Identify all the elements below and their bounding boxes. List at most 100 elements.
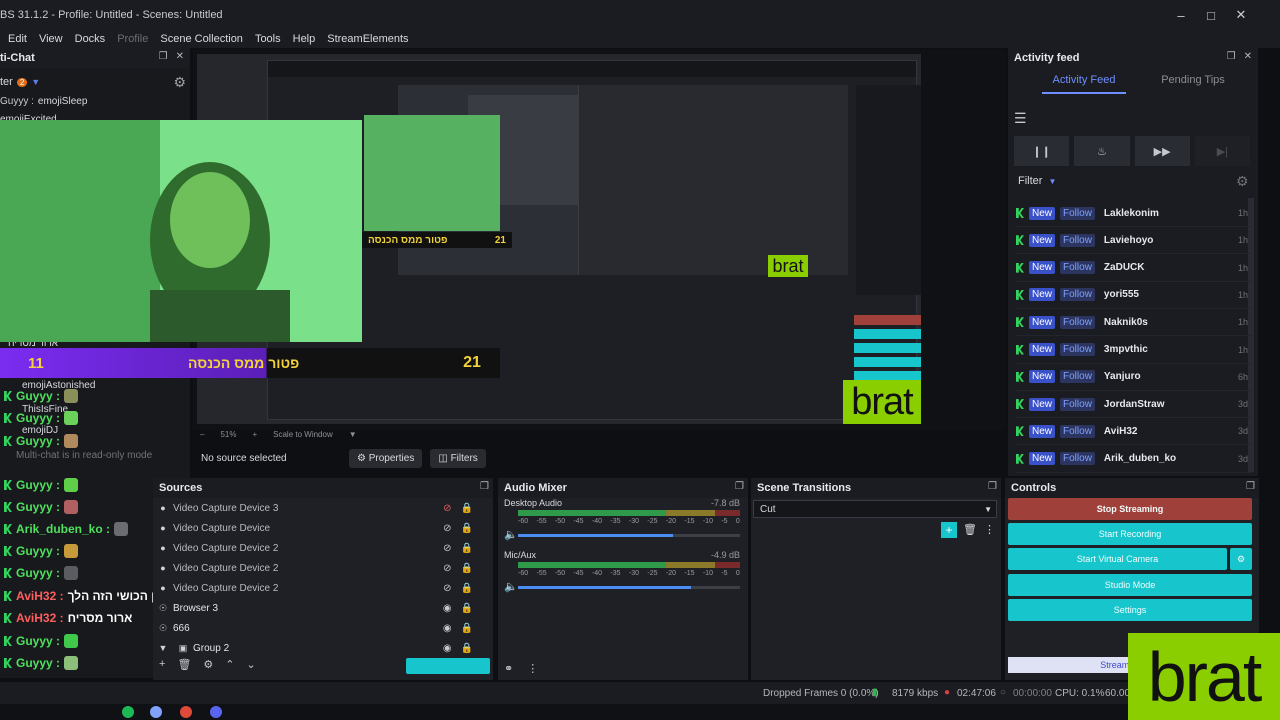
link-icon[interactable]: ⚭ <box>504 662 513 675</box>
add-source-button[interactable] <box>406 658 490 674</box>
lock-icon[interactable]: 🔒 <box>461 583 473 594</box>
gear-icon[interactable]: ⚙ <box>1236 173 1249 190</box>
eye-hidden-icon[interactable]: ⊘ <box>443 583 451 594</box>
feed-item[interactable]: New Follow Arik_duben_ko 3d <box>1016 446 1252 473</box>
properties-button[interactable]: ⚙ Properties <box>349 448 423 468</box>
menu-scene-collection[interactable]: Scene Collection <box>160 33 243 45</box>
volume-slider[interactable] <box>518 586 740 589</box>
chevron-down-icon[interactable]: ▼ <box>153 643 173 653</box>
feed-item[interactable]: New Follow yori555 1h <box>1016 282 1252 309</box>
close-icon[interactable]: ✕ <box>1244 51 1252 62</box>
lock-icon[interactable]: 🔒 <box>461 623 473 634</box>
gear-icon[interactable]: ⚙ <box>173 74 186 91</box>
source-item[interactable]: ▼ ▣ Group 2 ◉ 🔒 <box>153 638 483 658</box>
float-icon[interactable]: ❐ <box>159 51 168 62</box>
add-transition-button[interactable]: + <box>941 522 957 538</box>
source-item[interactable]: ● Video Capture Device 2 ⊘ 🔒 <box>153 578 483 598</box>
add-icon[interactable]: + <box>159 658 165 671</box>
virtual-camera-gear-icon[interactable]: ⚙ <box>1230 548 1252 570</box>
transition-select[interactable]: Cut ▼ <box>753 500 997 518</box>
speaker-icon[interactable]: 🔈 <box>504 528 518 541</box>
float-icon[interactable]: ❐ <box>1227 51 1236 62</box>
menu-profile[interactable]: Profile <box>117 33 148 45</box>
source-item[interactable]: ● Video Capture Device 2 ⊘ 🔒 <box>153 538 483 558</box>
tab-activity-feed[interactable]: Activity Feed <box>1042 74 1126 94</box>
chat-filter[interactable]: ter 2 ▼ ⚙ <box>0 72 190 92</box>
eye-hidden-icon[interactable]: ⊘ <box>443 503 451 514</box>
tab-pending-tips[interactable]: Pending Tips <box>1148 74 1238 86</box>
scale-mode[interactable]: Scale to Window <box>273 430 333 439</box>
feed-filter[interactable]: Filter ▼ <box>1018 175 1056 187</box>
chrome-icon[interactable] <box>180 706 192 718</box>
feed-user: yori555 <box>1103 289 1139 301</box>
kick-icon <box>4 524 12 534</box>
menu-tools[interactable]: Tools <box>255 33 281 45</box>
more-icon[interactable]: ⋮ <box>984 523 995 536</box>
more-icon[interactable]: ⋮ <box>527 662 538 675</box>
lock-icon[interactable]: 🔒 <box>461 503 473 514</box>
float-icon[interactable]: ❐ <box>480 481 489 492</box>
feed-item[interactable]: New Follow JordanStraw 3d <box>1016 391 1252 419</box>
eye-icon[interactable]: ◉ <box>443 603 452 614</box>
source-item[interactable]: ● Video Capture Device ⊘ 🔒 <box>153 518 483 538</box>
menu-view[interactable]: View <box>39 33 63 45</box>
lock-icon[interactable]: 🔒 <box>461 523 473 534</box>
lock-icon[interactable]: 🔒 <box>461 563 473 574</box>
volume-slider[interactable] <box>518 534 740 537</box>
feed-item[interactable]: New Follow Laviehoyo 1h <box>1016 227 1252 255</box>
menu-docks[interactable]: Docks <box>75 33 106 45</box>
source-item[interactable]: ● Video Capture Device 3 ⊘ 🔒 <box>153 498 483 518</box>
float-icon[interactable]: ❐ <box>1246 481 1255 492</box>
discord-icon[interactable] <box>210 706 222 718</box>
studio-mode-button[interactable]: Studio Mode <box>1008 574 1252 596</box>
arrow-up-icon[interactable]: ⌃ <box>225 658 234 671</box>
menu-help[interactable]: Help <box>293 33 316 45</box>
close-icon[interactable]: ✕ <box>176 51 184 62</box>
speaker-icon[interactable]: 🔈 <box>504 580 518 593</box>
feed-item[interactable]: New Follow 3mpvthic 1h <box>1016 337 1252 364</box>
float-icon[interactable]: ❐ <box>988 481 997 492</box>
lock-icon[interactable]: 🔒 <box>461 643 473 654</box>
trash-icon[interactable]: 🗑 <box>177 658 191 671</box>
zoom-in-icon[interactable]: + <box>252 430 257 439</box>
feed-item[interactable]: New Follow Naknik0s 1h <box>1016 309 1252 337</box>
minimize-icon[interactable]: – <box>1166 0 1196 30</box>
feed-item[interactable]: New Follow Laklekonim 1h <box>1016 200 1252 227</box>
lock-icon[interactable]: 🔒 <box>461 543 473 554</box>
float-icon[interactable]: ❐ <box>735 481 744 492</box>
feed-item[interactable]: New Follow Yanjuro 6h <box>1016 364 1252 391</box>
filters-button[interactable]: ◫ Filters <box>430 448 486 468</box>
stop-streaming-button[interactable]: Stop Streaming <box>1008 498 1252 520</box>
trash-icon[interactable]: 🗑 <box>963 523 977 536</box>
source-item[interactable]: ☉ 666 ◉ 🔒 <box>153 618 483 638</box>
eye-hidden-icon[interactable]: ⊘ <box>443 563 451 574</box>
start-virtual-camera-button[interactable]: Start Virtual Camera <box>1008 548 1227 570</box>
gear-icon[interactable]: ⚙ <box>203 658 213 671</box>
new-tag: New <box>1029 343 1056 356</box>
eye-hidden-icon[interactable]: ⊘ <box>443 543 451 554</box>
app-icon[interactable] <box>150 706 162 718</box>
zoom-out-icon[interactable]: – <box>200 430 204 439</box>
source-item[interactable]: ● Video Capture Device 2 ⊘ 🔒 <box>153 558 483 578</box>
menu-icon[interactable]: ☰ <box>1014 110 1027 127</box>
source-item[interactable]: ☉ Browser 3 ◉ 🔒 <box>153 598 483 618</box>
maximize-icon[interactable]: □ <box>1196 0 1226 30</box>
chevron-down-icon[interactable]: ▼ <box>349 430 357 439</box>
skip-icon[interactable]: ▶▶ <box>1134 136 1190 166</box>
eye-icon[interactable]: ◉ <box>443 643 452 654</box>
close-icon[interactable]: ✕ <box>1226 0 1256 30</box>
start-recording-button[interactable]: Start Recording <box>1008 523 1252 545</box>
pause-icon[interactable]: ❙❙ <box>1014 136 1070 166</box>
arrow-down-icon[interactable]: ⌄ <box>247 658 256 671</box>
eye-hidden-icon[interactable]: ⊘ <box>443 523 451 534</box>
spotify-icon[interactable] <box>122 706 134 718</box>
bell-icon[interactable]: ♨ <box>1074 136 1130 166</box>
lock-icon[interactable]: 🔒 <box>461 603 473 614</box>
menu-edit[interactable]: Edit <box>8 33 27 45</box>
eye-icon[interactable]: ◉ <box>443 623 452 634</box>
feed-item[interactable]: New Follow AviH32 3d <box>1016 418 1252 446</box>
feed-item[interactable]: New Follow ZaDUCK 1h <box>1016 255 1252 282</box>
skip-end-icon[interactable]: ▶| <box>1194 136 1250 166</box>
settings-button[interactable]: Settings <box>1008 599 1252 621</box>
menu-streamelements[interactable]: StreamElements <box>327 33 408 45</box>
